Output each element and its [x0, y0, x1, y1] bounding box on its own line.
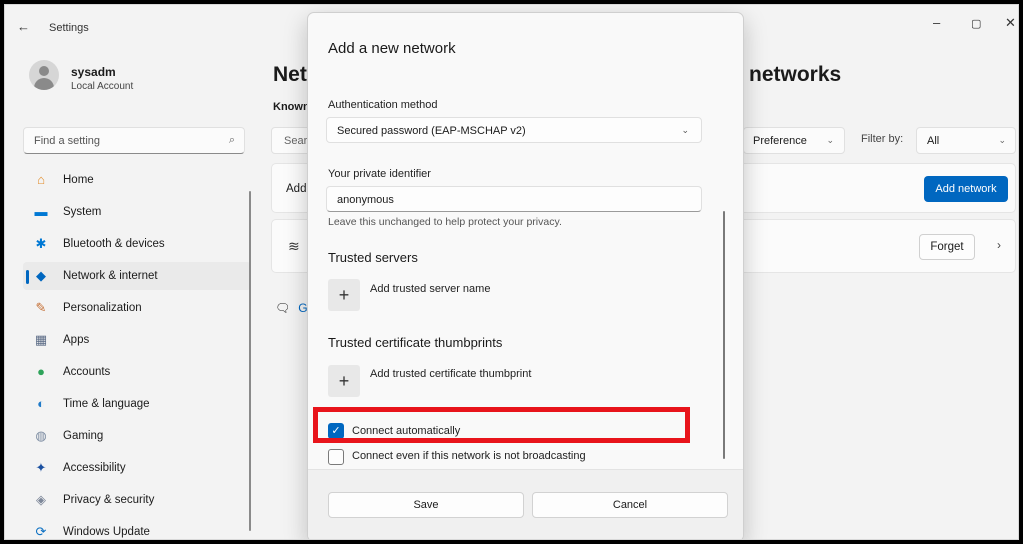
forget-button[interactable]: Forget: [919, 234, 975, 260]
sidebar-item-privacy-security[interactable]: ◈ Privacy & security: [23, 486, 251, 514]
sidebar-scrollbar[interactable]: [249, 191, 251, 531]
sidebar-item-accounts[interactable]: ● Accounts: [23, 358, 251, 386]
known-networks-label: Known: [273, 101, 310, 113]
wifi-icon: ≋: [288, 238, 300, 254]
privacy-icon: ◈: [36, 492, 46, 507]
highlight-box: [313, 407, 690, 443]
sidebar-item-personalization[interactable]: ✎ Personalization: [23, 294, 251, 322]
connect-hidden-checkbox[interactable]: [328, 449, 344, 465]
add-network-button[interactable]: Add network: [924, 176, 1008, 202]
personalization-icon: ✎: [35, 300, 47, 315]
sidebar-item-apps[interactable]: ▦ Apps: [23, 326, 251, 354]
identifier-value: anonymous: [337, 194, 394, 206]
accessibility-icon: ✦: [35, 460, 47, 475]
windows-icon: ⟳: [35, 524, 47, 539]
apps-icon: ▦: [34, 332, 48, 347]
gaming-icon: ◍: [35, 428, 47, 443]
chevron-down-icon: ⌄: [681, 125, 689, 135]
dialog-scrollbar[interactable]: [723, 211, 725, 459]
sidebar-item-label: System: [63, 206, 102, 218]
sidebar-item-gaming[interactable]: ◍ Gaming: [23, 422, 251, 450]
sidebar-item-label: Time & language: [63, 398, 150, 410]
filter-label: Filter by:: [861, 133, 904, 145]
chevron-down-icon: ⌄: [826, 135, 834, 145]
bluetooth-icon: ✱: [35, 236, 47, 251]
back-button[interactable]: ←: [17, 19, 30, 34]
minimize-button[interactable]: –: [933, 15, 940, 30]
chevron-right-icon[interactable]: ›: [997, 238, 1001, 252]
avatar-body: [34, 78, 54, 90]
add-network-row-label: Add: [286, 183, 307, 195]
search-icon: ⌕: [228, 134, 235, 146]
sidebar-item-label: Bluetooth & devices: [63, 238, 165, 250]
sidebar-item-label: Accounts: [63, 366, 111, 378]
sort-by-value: Preference: [753, 135, 807, 147]
sidebar-item-accessibility[interactable]: ✦ Accessibility: [23, 454, 251, 482]
accounts-icon: ●: [37, 364, 45, 379]
auth-method-value: Secured password (EAP-MSCHAP v2): [337, 125, 526, 137]
sidebar-item-windows-update[interactable]: ⟳ Windows Update: [23, 518, 251, 539]
active-indicator: [26, 270, 29, 284]
home-icon: ⌂: [37, 172, 45, 187]
sidebar-item-label: Privacy & security: [63, 494, 155, 506]
sidebar-item-label: Gaming: [63, 430, 104, 442]
sidebar-item-system[interactable]: ▬ System: [23, 198, 251, 226]
plus-icon: +: [338, 285, 350, 305]
auth-method-select[interactable]: Secured password (EAP-MSCHAP v2) ⌄: [326, 117, 702, 143]
sidebar-item-time-language[interactable]: ◐ Time & language: [23, 390, 251, 418]
settings-window: ← Settings – ▢ ✕ sysadm Local Account Fi…: [4, 4, 1019, 540]
connect-hidden-label[interactable]: Connect even if this network is not broa…: [352, 450, 586, 462]
page-title-right: networks: [749, 63, 842, 86]
trusted-servers-heading: Trusted servers: [328, 250, 418, 265]
filter-by-select[interactable]: All ⌄: [916, 127, 1016, 154]
app-title: Settings: [49, 22, 89, 34]
identifier-input[interactable]: anonymous: [326, 186, 702, 212]
cancel-button[interactable]: Cancel: [532, 492, 728, 518]
sidebar-item-label: Accessibility: [63, 462, 126, 474]
auth-method-label: Authentication method: [328, 99, 438, 111]
sidebar-item-home[interactable]: ⌂ Home: [23, 166, 251, 194]
close-button[interactable]: ✕: [1005, 15, 1016, 31]
add-trusted-server-button[interactable]: +: [328, 279, 360, 311]
thumbprints-heading: Trusted certificate thumbprints: [328, 335, 503, 350]
add-thumbprint-label: Add trusted certificate thumbprint: [370, 368, 532, 380]
time-icon: ◐: [37, 396, 45, 411]
profile-name: sysadm: [71, 65, 116, 79]
add-trusted-server-label: Add trusted server name: [370, 283, 491, 295]
add-thumbprint-button[interactable]: +: [328, 365, 360, 397]
sidebar-item-network-internet[interactable]: ◆ Network & internet: [23, 262, 251, 290]
networks-search-placeholder: Sear: [284, 135, 308, 147]
chevron-down-icon: ⌄: [998, 135, 1006, 145]
sort-by-select[interactable]: Preference ⌄: [743, 127, 845, 154]
network-icon: ◆: [36, 268, 46, 283]
maximize-button[interactable]: ▢: [971, 17, 981, 30]
identifier-hint: Leave this unchanged to help protect you…: [328, 216, 562, 228]
find-setting-input[interactable]: Find a setting ⌕: [23, 127, 245, 154]
sidebar-item-bluetooth-devices[interactable]: ✱ Bluetooth & devices: [23, 230, 251, 258]
sidebar-item-label: Windows Update: [63, 526, 150, 538]
save-button[interactable]: Save: [328, 492, 524, 518]
sidebar-item-label: Home: [63, 174, 94, 186]
sidebar-item-label: Personalization: [63, 302, 142, 314]
filter-by-value: All: [927, 135, 940, 147]
help-icon: 🗨: [275, 301, 291, 315]
get-help-link[interactable]: 🗨 G: [275, 301, 308, 315]
sidebar-item-label: Apps: [63, 334, 90, 346]
system-icon: ▬: [34, 204, 48, 219]
profile-account-type: Local Account: [71, 81, 134, 92]
add-network-dialog: Add a new network Authentication method …: [307, 12, 744, 539]
plus-icon: +: [338, 371, 350, 391]
avatar[interactable]: [29, 60, 59, 90]
identifier-label: Your private identifier: [328, 168, 431, 180]
find-setting-placeholder: Find a setting: [34, 135, 101, 147]
dialog-footer: Save Cancel: [308, 469, 743, 539]
page-title-partial: Net: [273, 63, 307, 86]
avatar-head: [39, 66, 49, 76]
dialog-title: Add a new network: [328, 40, 456, 57]
sidebar-item-label: Network & internet: [63, 270, 158, 282]
